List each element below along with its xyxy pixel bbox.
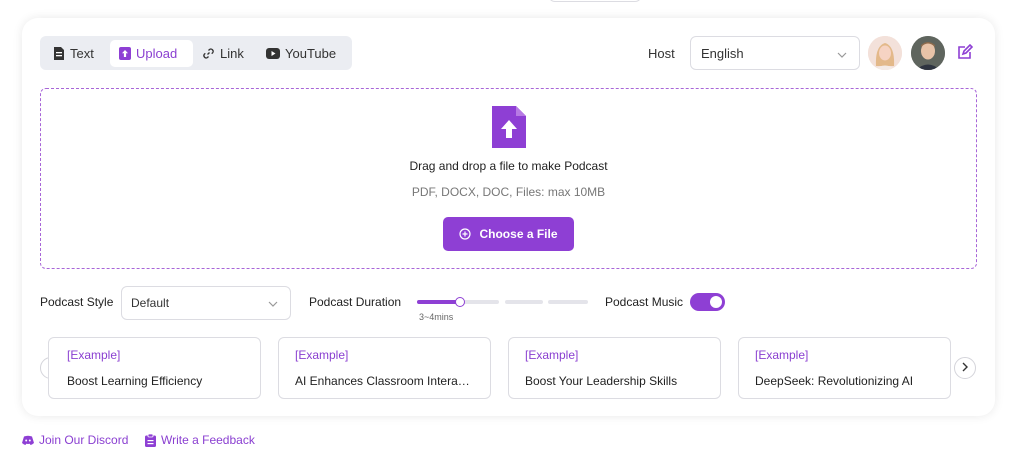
write-feedback-label: Write a Feedback [161, 433, 255, 447]
host-language-select[interactable]: English [690, 36, 860, 70]
host-avatar-female[interactable] [868, 36, 902, 70]
example-tag: [Example] [755, 348, 809, 362]
example-title: Boost Learning Efficiency [67, 374, 203, 388]
duration-slider-thumb[interactable] [455, 297, 465, 307]
file-upload-icon [492, 106, 526, 153]
example-title: Boost Your Leadership Skills [525, 374, 678, 388]
join-discord-label: Join Our Discord [39, 433, 129, 447]
discord-icon [22, 435, 34, 445]
chevron-down-icon [268, 296, 278, 310]
example-card[interactable]: [Example] AI Enhances Classroom Interact… [278, 337, 491, 399]
carousel-next-button[interactable] [954, 357, 976, 379]
tab-label: Link [220, 45, 244, 61]
duration-slider-segment[interactable] [548, 300, 588, 304]
upload-icon [119, 46, 131, 60]
duration-slider-fill [417, 300, 460, 304]
tab-label: Text [70, 45, 94, 61]
link-icon [202, 47, 215, 60]
podcast-style-label: Podcast Style [40, 295, 114, 309]
top-pill-decoration [548, 0, 642, 2]
source-tabs: Text Upload Link YouTube [40, 36, 352, 70]
tab-label: Upload [136, 45, 178, 61]
podcast-style-value: Default [131, 296, 170, 310]
tab-link[interactable]: Link [193, 40, 257, 67]
clipboard-icon [145, 433, 156, 447]
chevron-right-icon [962, 359, 968, 377]
youtube-icon [266, 47, 280, 59]
dropzone-title: Drag and drop a file to make Podcast [409, 159, 608, 173]
podcast-duration-label: Podcast Duration [309, 295, 402, 309]
podcast-generator-card: Text Upload Link YouTube Host English Dr… [22, 18, 995, 416]
chevron-down-icon [837, 46, 847, 61]
example-card[interactable]: [Example] Boost Learning Efficiency [48, 337, 261, 399]
tab-label: YouTube [285, 45, 337, 61]
tab-text[interactable]: Text [44, 40, 110, 67]
example-tag: [Example] [525, 348, 579, 362]
plus-circle-icon [459, 228, 472, 240]
example-tag: [Example] [67, 348, 121, 362]
host-avatar-male[interactable] [911, 36, 945, 70]
example-title: AI Enhances Classroom Interaction [295, 374, 475, 388]
podcast-duration-value: 3~4mins [419, 312, 454, 322]
example-tag: [Example] [295, 348, 349, 362]
toggle-knob [710, 296, 722, 308]
podcast-music-label: Podcast Music [605, 295, 684, 309]
tab-upload[interactable]: Upload [110, 39, 193, 67]
example-card[interactable]: [Example] Boost Your Leadership Skills [508, 337, 721, 399]
podcast-music-toggle[interactable] [690, 293, 725, 311]
file-dropzone[interactable]: Drag and drop a file to make Podcast PDF… [40, 88, 977, 269]
document-icon [53, 46, 65, 60]
dropzone-subtitle: PDF, DOCX, DOC, Files: max 10MB [411, 185, 606, 199]
example-title: DeepSeek: Revolutionizing AI [755, 374, 914, 388]
podcast-style-select[interactable]: Default [121, 286, 291, 320]
host-label: Host [648, 46, 675, 61]
edit-icon[interactable] [957, 43, 974, 65]
tab-youtube[interactable]: YouTube [257, 40, 343, 67]
host-language-value: English [701, 45, 744, 61]
duration-slider-segment[interactable] [505, 300, 543, 304]
choose-file-button[interactable]: Choose a File [443, 217, 574, 251]
example-card[interactable]: [Example] DeepSeek: Revolutionizing AI [738, 337, 951, 399]
join-discord-link[interactable]: Join Our Discord [22, 433, 128, 447]
choose-file-label: Choose a File [479, 227, 558, 241]
write-feedback-link[interactable]: Write a Feedback [145, 433, 255, 447]
